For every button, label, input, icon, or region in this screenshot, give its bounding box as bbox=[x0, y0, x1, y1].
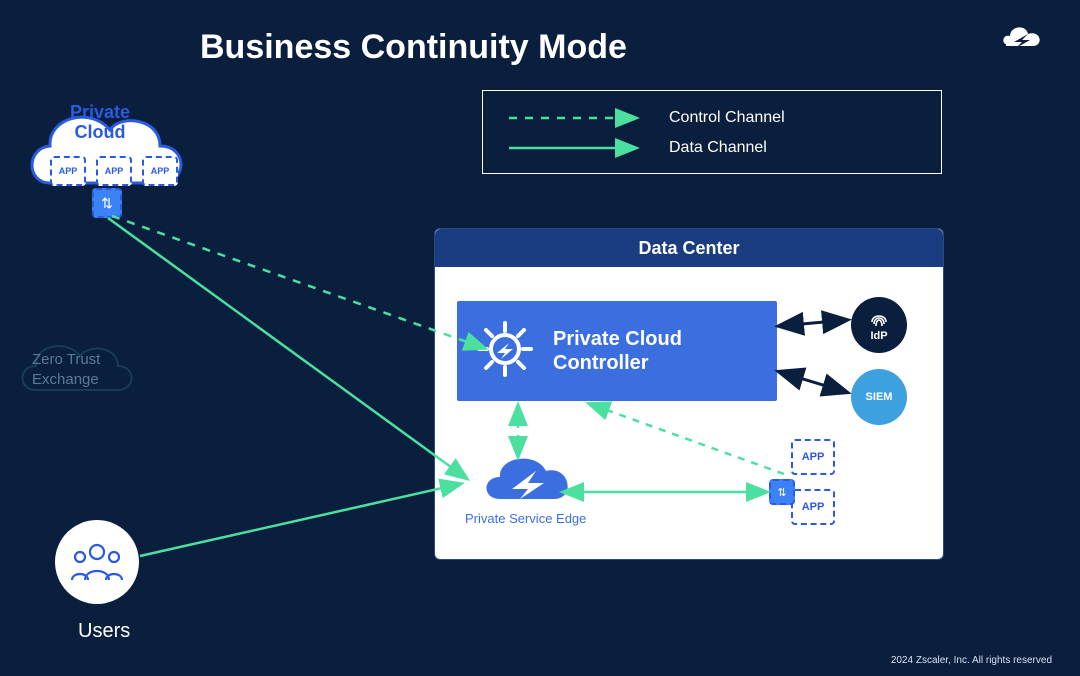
zte-label-1: Zero Trust bbox=[32, 351, 100, 368]
app-chip: APP bbox=[50, 156, 86, 186]
private-cloud-apps: APP APP APP bbox=[50, 156, 178, 186]
private-cloud-controller: Private Cloud Controller bbox=[457, 301, 777, 401]
idp-node: IdP bbox=[851, 297, 907, 353]
users-node bbox=[55, 520, 139, 604]
pcc-label-2: Controller bbox=[553, 352, 649, 374]
app-connector-icon: ⇅ bbox=[769, 479, 795, 505]
line-users-to-pse bbox=[140, 484, 460, 556]
siem-node: SIEM bbox=[851, 369, 907, 425]
pcc-label-1: Private Cloud bbox=[553, 328, 682, 350]
line-cloud-to-controller bbox=[112, 216, 484, 348]
app-chip: APP bbox=[96, 156, 132, 186]
idp-label: IdP bbox=[870, 330, 887, 342]
legend-control-arrow-icon bbox=[507, 108, 647, 128]
app-chip: APP bbox=[791, 489, 835, 525]
private-service-edge: Private Service Edge bbox=[465, 449, 586, 526]
app-chip: APP bbox=[791, 439, 835, 475]
zero-trust-exchange: Zero Trust Exchange bbox=[20, 340, 140, 379]
footer-copyright: 2024 Zscaler, Inc. All rights reserved bbox=[891, 655, 1052, 666]
private-cloud-label-2: Cloud bbox=[75, 122, 126, 142]
private-cloud: Private Cloud APP APP APP ⇅ bbox=[20, 88, 190, 218]
data-center-apps: APP APP bbox=[791, 439, 835, 525]
legend-box: Control Channel Data Channel bbox=[482, 90, 942, 174]
data-center: Data Center Pri bbox=[434, 228, 944, 560]
gear-icon bbox=[475, 319, 535, 384]
zscaler-logo-icon bbox=[1000, 20, 1044, 61]
legend-data-label: Data Channel bbox=[669, 139, 767, 157]
fingerprint-icon bbox=[868, 308, 890, 330]
data-center-header: Data Center bbox=[435, 229, 943, 267]
users-label: Users bbox=[78, 620, 130, 643]
zte-label-2: Exchange bbox=[32, 371, 99, 388]
page-title: Business Continuity Mode bbox=[200, 28, 627, 67]
app-chip: APP bbox=[142, 156, 178, 186]
siem-label: SIEM bbox=[866, 391, 893, 403]
zscaler-cloud-icon bbox=[478, 449, 574, 507]
line-cloud-to-pse bbox=[108, 218, 466, 478]
legend-control-label: Control Channel bbox=[669, 109, 785, 127]
legend-data-arrow-icon bbox=[507, 138, 647, 158]
users-icon bbox=[70, 542, 124, 582]
private-cloud-label-1: Private bbox=[70, 102, 130, 122]
app-connector-icon: ⇅ bbox=[92, 188, 122, 218]
pse-label: Private Service Edge bbox=[465, 511, 586, 526]
